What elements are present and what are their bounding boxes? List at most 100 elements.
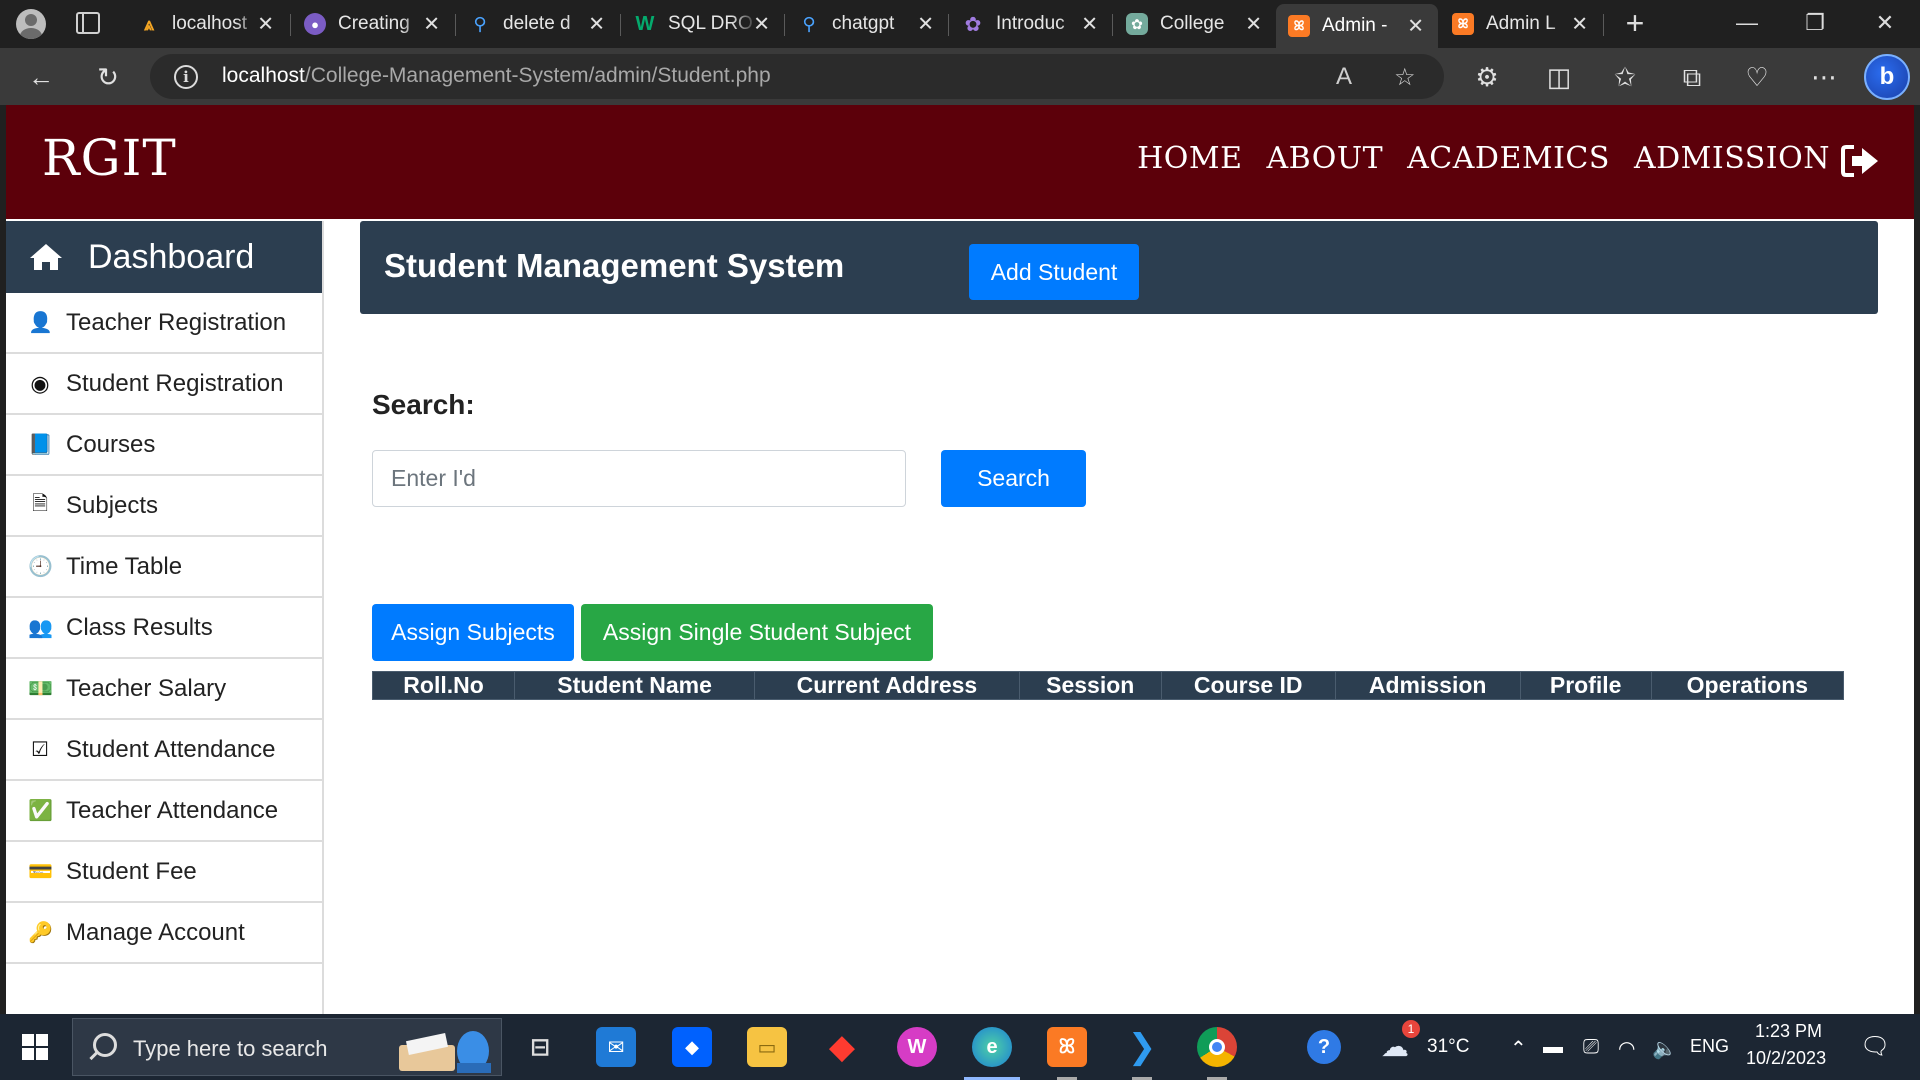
xampp-icon[interactable]: ꕤ (1047, 1027, 1087, 1080)
split-screen-icon[interactable]: ◫ (1542, 60, 1576, 94)
notifications-icon[interactable]: 🗨 (1860, 1032, 1890, 1061)
sidebar-item-teacher-registration[interactable]: 👤 Teacher Registration (6, 293, 322, 354)
browser-tab[interactable]: W SQL DRO ✕ (622, 6, 784, 42)
add-student-button[interactable]: Add Student (969, 244, 1139, 300)
close-tab-icon[interactable]: ✕ (917, 12, 934, 37)
browser-tab[interactable]: ꕤ Admin L ✕ (1440, 6, 1602, 42)
top-navigation: HOME ABOUT ACADEMICS ADMISSION (1137, 141, 1830, 176)
dropbox-icon[interactable]: ◆ (672, 1027, 712, 1067)
favorites-icon[interactable]: ✩ (1608, 60, 1642, 94)
browser-tab[interactable]: ● Creating ✕ (292, 6, 454, 42)
browser-tab[interactable]: ⩓ localhost ✕ (126, 6, 288, 42)
sidebar-item-label: Teacher Registration (66, 308, 287, 336)
anydesk-icon[interactable]: ◆ (822, 1027, 862, 1067)
tab-actions-icon[interactable] (76, 12, 100, 34)
url-text[interactable]: localhost/College-Management-System/admi… (222, 64, 771, 88)
check-square-icon: ✅ (28, 800, 53, 822)
nav-admission-link[interactable]: ADMISSION (1634, 141, 1830, 176)
weather-temperature[interactable]: 31°C (1427, 1036, 1469, 1058)
favorite-star-icon[interactable]: ☆ (1394, 63, 1416, 92)
address-bar[interactable]: i localhost/College-Management-System/ad… (150, 54, 1444, 99)
browser-tab-strip: ⩓ localhost ✕ ● Creating ✕ ⚲ delete d ✕ … (0, 0, 1920, 48)
help-icon[interactable]: ? (1307, 1030, 1341, 1064)
column-header-course-id: Course ID (1160, 671, 1336, 700)
close-tab-icon[interactable]: ✕ (753, 12, 770, 37)
chrome-icon[interactable] (1197, 1027, 1237, 1080)
volume-icon[interactable]: 🔈 (1652, 1036, 1677, 1061)
browser-tab[interactable]: ⚲ delete d ✕ (457, 6, 619, 42)
vscode-icon[interactable]: ❯ (1122, 1027, 1162, 1080)
close-tab-icon[interactable]: ✕ (1081, 12, 1098, 37)
search-label: Search: (372, 389, 475, 420)
wps-office-icon[interactable]: W (897, 1027, 937, 1067)
sidebar-item-subjects[interactable]: 🗎 Subjects (6, 476, 322, 537)
more-options-icon[interactable]: ⋯ (1807, 60, 1841, 94)
file-explorer-icon[interactable]: ▭ (747, 1027, 787, 1067)
sidebar-dashboard[interactable]: Dashboard (6, 221, 322, 293)
xampp-icon: ⩓ (143, 13, 155, 34)
collections-icon[interactable]: ⧉ (1675, 60, 1709, 94)
search-highlight-illustration-icon (399, 1031, 491, 1073)
sidebar-item-student-fee[interactable]: 💳 Student Fee (6, 842, 322, 903)
device-icon[interactable]: ⎚ (1583, 1036, 1599, 1059)
close-tab-icon[interactable]: ✕ (1245, 12, 1262, 37)
site-header: RGIT HOME ABOUT ACADEMICS ADMISSION (6, 105, 1914, 219)
sidebar-item-class-results[interactable]: 👥 Class Results (6, 598, 322, 659)
mail-icon[interactable]: ✉ (596, 1027, 636, 1067)
logout-icon[interactable] (1840, 143, 1880, 179)
refresh-icon[interactable]: ↻ (91, 60, 125, 94)
table-header-row: Roll.No Student Name Current Address Ses… (371, 671, 1845, 700)
browser-tab[interactable]: ✿ Introduc ✕ (950, 6, 1112, 42)
users-icon: 👥 (28, 617, 53, 639)
close-tab-icon[interactable]: ✕ (1407, 14, 1424, 39)
sidebar-item-courses[interactable]: 📘 Courses (6, 415, 322, 476)
sidebar-item-time-table[interactable]: 🕘 Time Table (6, 537, 322, 598)
search-button[interactable]: Search (941, 450, 1086, 507)
read-aloud-icon[interactable]: A (1336, 63, 1352, 91)
restore-button[interactable]: ❐ (1781, 0, 1849, 48)
close-window-button[interactable]: ✕ (1851, 0, 1919, 48)
wifi-icon[interactable]: ◠ (1618, 1036, 1635, 1061)
openai-icon: ✿ (964, 13, 982, 36)
clock-time[interactable]: 1:23 PM (1755, 1021, 1822, 1042)
windows-start-icon[interactable] (22, 1034, 48, 1060)
sidebar-item-label: Time Table (66, 552, 183, 580)
site-brand[interactable]: RGIT (42, 129, 177, 187)
browser-tab[interactable]: ⚲ chatgpt ✕ (786, 6, 948, 42)
close-tab-icon[interactable]: ✕ (588, 12, 605, 37)
close-tab-icon[interactable]: ✕ (257, 12, 274, 37)
taskbar-search-box[interactable]: Type here to search (72, 1018, 502, 1076)
minimize-button[interactable]: — (1713, 0, 1781, 48)
nav-home-link[interactable]: HOME (1137, 141, 1242, 176)
sidebar-item-student-attendance[interactable]: ☑ Student Attendance (6, 720, 322, 781)
battery-icon[interactable]: ▬ (1543, 1036, 1563, 1059)
sidebar-item-student-registration[interactable]: ◉ Student Registration (6, 354, 322, 415)
weather-badge: 1 (1402, 1020, 1420, 1038)
nav-about-link[interactable]: ABOUT (1266, 141, 1383, 176)
profile-avatar-icon[interactable] (16, 9, 46, 39)
close-tab-icon[interactable]: ✕ (423, 12, 440, 37)
browser-tab[interactable]: ✿ College ✕ (1114, 6, 1276, 42)
sidebar-item-teacher-salary[interactable]: 💵 Teacher Salary (6, 659, 322, 720)
language-indicator[interactable]: ENG (1690, 1036, 1729, 1057)
search-input[interactable] (372, 450, 906, 507)
edge-browser-icon[interactable]: e (964, 1027, 1020, 1080)
bing-copilot-icon[interactable]: b (1864, 54, 1910, 100)
nav-academics-link[interactable]: ACADEMICS (1407, 141, 1610, 176)
sidebar-item-manage-account[interactable]: 🔑 Manage Account (6, 903, 322, 964)
new-tab-button[interactable]: + (1617, 6, 1653, 42)
site-info-icon[interactable]: i (174, 65, 198, 89)
sidebar-item-label: Student Fee (66, 857, 197, 885)
close-tab-icon[interactable]: ✕ (1571, 12, 1588, 37)
back-arrow-icon[interactable]: ← (24, 60, 58, 94)
document-icon: 🗎 (31, 492, 49, 515)
browser-essentials-icon[interactable]: ♡ (1740, 60, 1774, 94)
browser-tab-active[interactable]: ꕤ Admin - ✕ (1276, 4, 1438, 48)
assign-single-student-subject-button[interactable]: Assign Single Student Subject (581, 604, 933, 661)
chevron-up-icon[interactable]: ⌃ (1510, 1036, 1527, 1061)
assign-subjects-button[interactable]: Assign Subjects (372, 604, 574, 661)
clock-date[interactable]: 10/2/2023 (1746, 1048, 1826, 1069)
task-view-icon[interactable]: ⊟ (520, 1027, 560, 1067)
extensions-icon[interactable]: ⚙ (1470, 60, 1504, 94)
sidebar-item-teacher-attendance[interactable]: ✅ Teacher Attendance (6, 781, 322, 842)
